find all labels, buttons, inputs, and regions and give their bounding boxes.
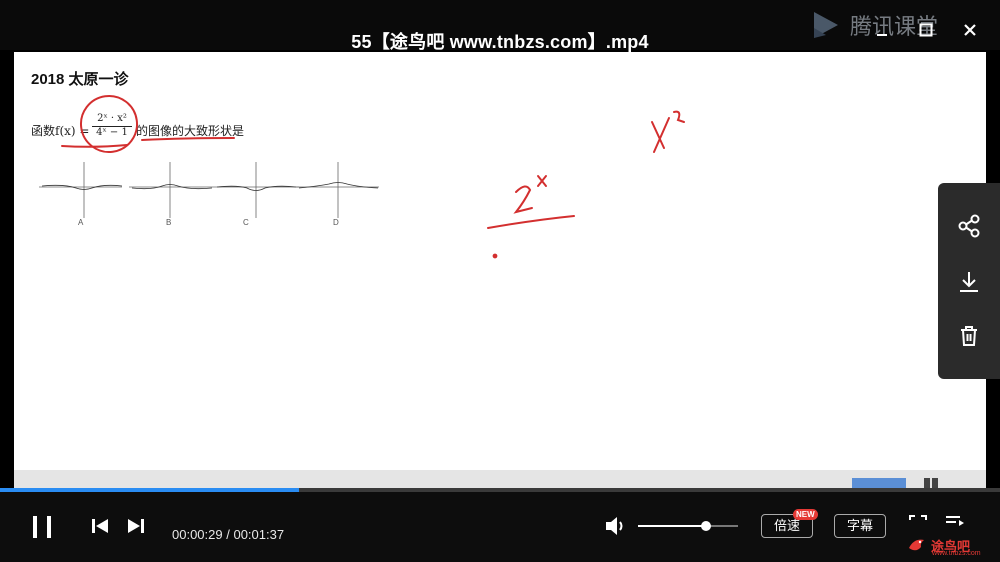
handwritten-2-power-x xyxy=(513,185,533,214)
volume-icon xyxy=(606,517,623,535)
side-action-panel xyxy=(938,183,1000,379)
handwriting-annotations xyxy=(61,95,685,259)
video-frame[interactable]: 2018 太原一诊 函数f(x) = 2ˣ · x² 4ˣ − 1 的图像的大致… xyxy=(14,52,986,488)
share-button[interactable] xyxy=(954,211,984,241)
underline-annotation-2 xyxy=(141,137,235,141)
handwritten-x-squared xyxy=(651,117,670,153)
new-badge: NEW xyxy=(793,509,818,520)
fullscreen-icon xyxy=(909,515,927,520)
download-icon xyxy=(960,272,978,292)
playlist-icon xyxy=(946,516,964,526)
subtitle-button[interactable]: 字幕 xyxy=(834,514,886,538)
minimize-button[interactable] xyxy=(872,22,892,42)
current-time: 00:00:29 xyxy=(172,527,223,542)
trash-icon xyxy=(961,326,977,346)
volume-knob[interactable] xyxy=(701,521,711,531)
volume-button[interactable] xyxy=(604,515,628,542)
volume-slider[interactable] xyxy=(638,521,738,531)
title-bar: 55【途鸟吧 www.tnbzs.com】.mp4 腾讯课堂 xyxy=(0,0,1000,52)
share-icon xyxy=(958,214,980,238)
maximize-icon xyxy=(919,23,933,37)
close-button[interactable] xyxy=(960,22,980,42)
next-button[interactable] xyxy=(126,517,146,540)
watermark: 途鸟吧 www.tnbzs.com xyxy=(906,531,996,559)
total-time: 00:01:37 xyxy=(233,527,285,542)
previous-button[interactable] xyxy=(90,517,110,540)
bird-logo-icon xyxy=(909,539,924,551)
skip-next-icon xyxy=(128,519,144,533)
maximize-button[interactable] xyxy=(916,22,936,42)
download-button[interactable] xyxy=(954,267,984,297)
pause-button[interactable] xyxy=(30,514,54,545)
close-icon xyxy=(964,24,976,36)
pause-icon xyxy=(33,516,51,538)
volume-level xyxy=(638,525,706,527)
fraction-bar-annotation xyxy=(487,215,575,229)
time-display: 00:00:29 / 00:01:37 xyxy=(172,527,285,542)
delete-button[interactable] xyxy=(954,321,984,351)
embedded-player-strip xyxy=(14,470,986,488)
watermark-url: www.tnbzs.com xyxy=(932,550,981,557)
play-logo-icon xyxy=(814,12,838,38)
minimize-icon xyxy=(877,34,887,36)
underline-annotation xyxy=(61,144,128,148)
skip-previous-icon xyxy=(92,519,108,533)
